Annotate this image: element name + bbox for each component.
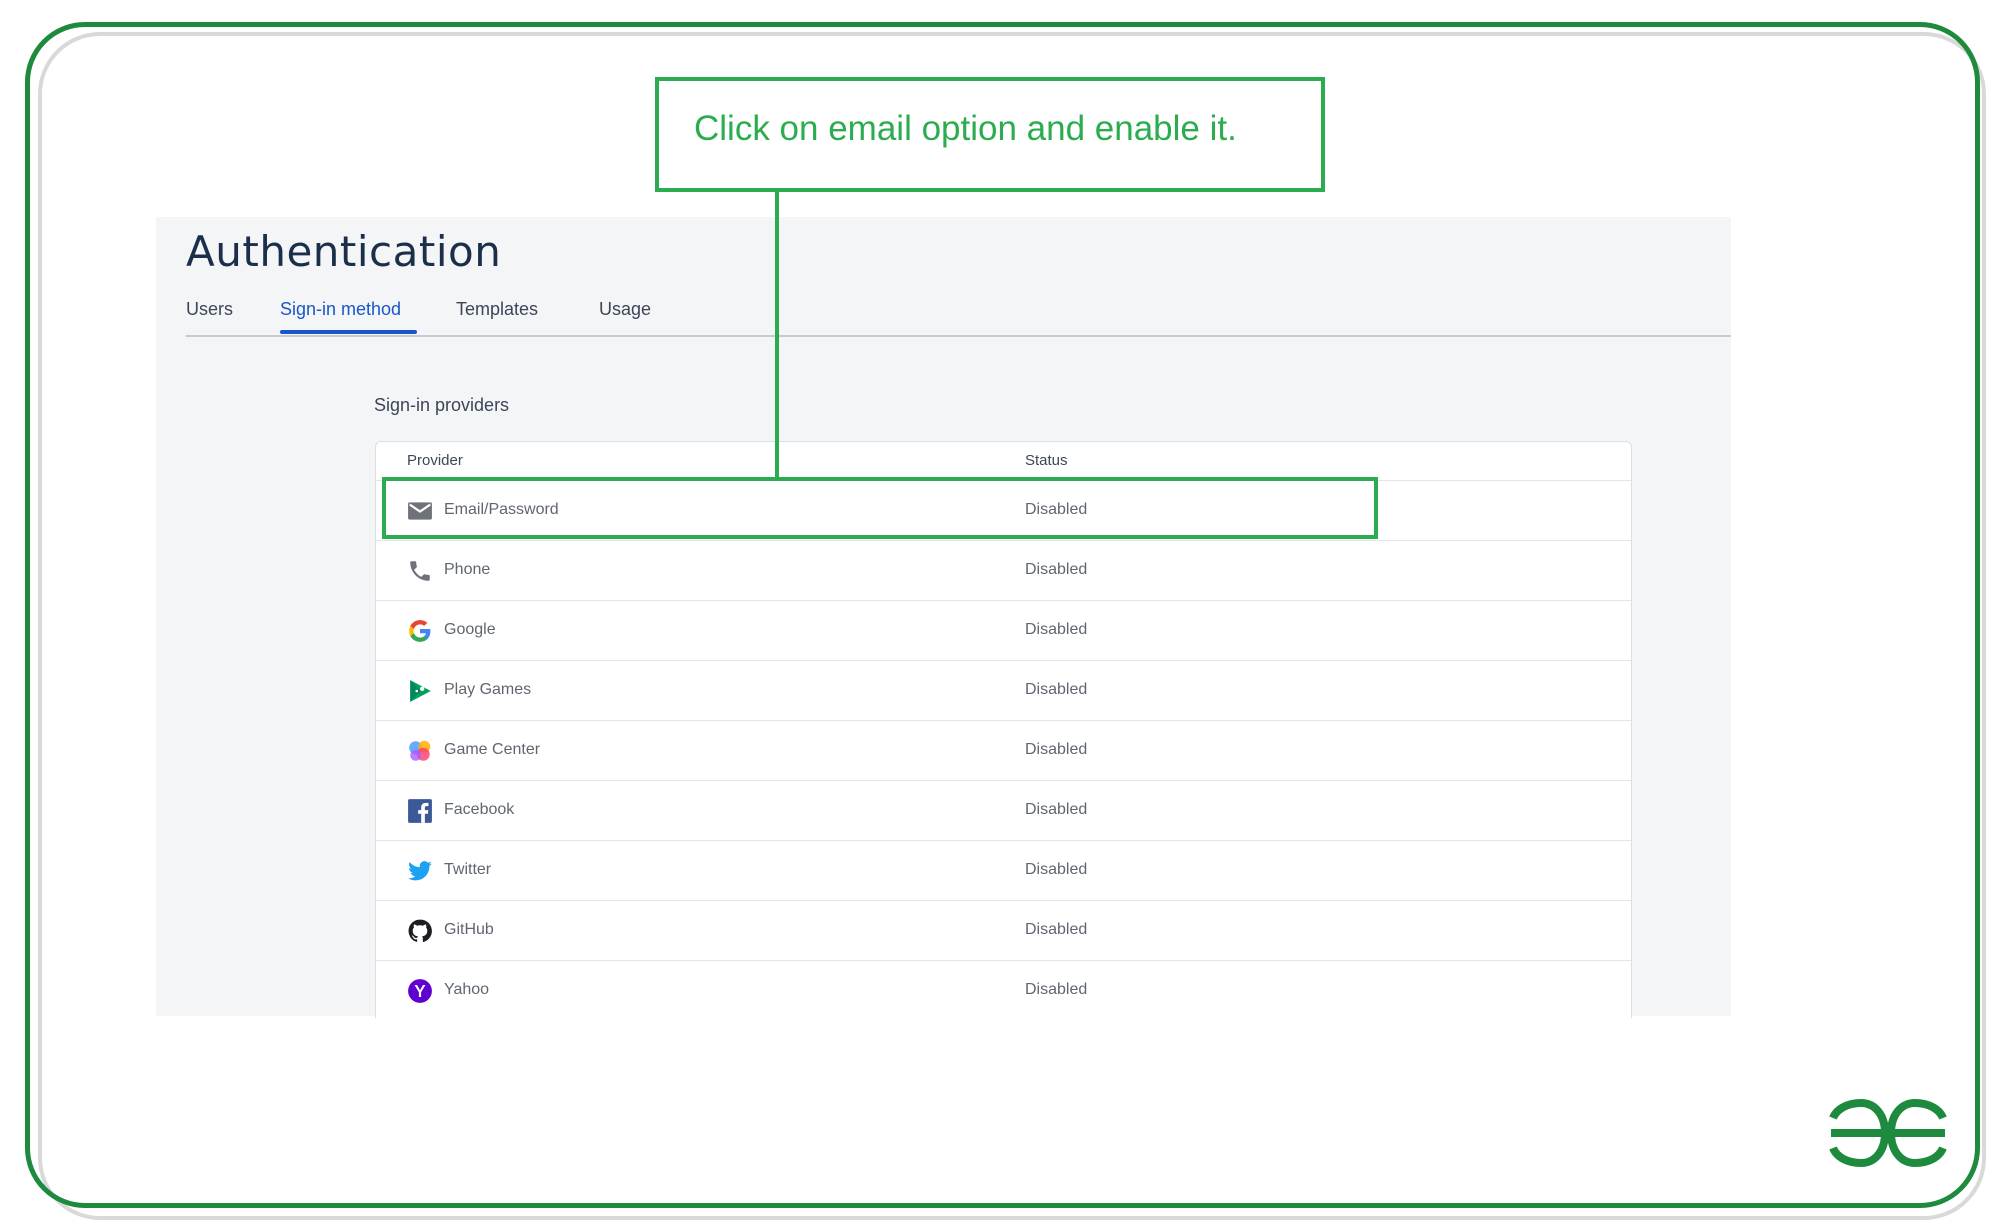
provider-row-yahoo[interactable]: Yahoo Disabled	[376, 961, 1631, 1018]
provider-name: Twitter	[444, 861, 492, 878]
provider-status: Disabled	[1025, 981, 1088, 998]
game-center-icon	[407, 738, 433, 764]
provider-name: Yahoo	[444, 981, 490, 998]
provider-row-play-games[interactable]: Play Games Disabled	[376, 661, 1631, 721]
annotation-callout: Click on email option and enable it.	[655, 77, 1325, 192]
provider-name: Game Center	[444, 741, 541, 758]
provider-status: Disabled	[1025, 621, 1088, 638]
column-status: Status	[1025, 452, 1068, 469]
authentication-panel: Authentication Users Sign-in method Temp…	[156, 217, 1731, 1018]
active-tab-indicator	[280, 330, 417, 334]
provider-row-facebook[interactable]: Facebook Disabled	[376, 781, 1631, 841]
provider-row-google[interactable]: Google Disabled	[376, 601, 1631, 661]
provider-row-twitter[interactable]: Twitter Disabled	[376, 841, 1631, 901]
table-header: Provider Status	[376, 442, 1631, 481]
section-label: Sign-in providers	[374, 395, 510, 415]
tab-users[interactable]: Users	[186, 299, 233, 320]
tab-usage[interactable]: Usage	[599, 299, 651, 320]
play-games-icon	[407, 678, 433, 704]
email-highlight-box	[382, 477, 1378, 539]
tab-templates[interactable]: Templates	[456, 299, 538, 320]
twitter-icon	[407, 858, 433, 884]
provider-status: Disabled	[1025, 681, 1088, 698]
provider-row-game-center[interactable]: Game Center Disabled	[376, 721, 1631, 781]
google-icon	[407, 618, 433, 644]
provider-name: Play Games	[444, 681, 532, 698]
provider-status: Disabled	[1025, 561, 1088, 578]
tab-bar: Users Sign-in method Templates Usage	[186, 299, 1731, 337]
provider-status: Disabled	[1025, 861, 1088, 878]
facebook-icon	[407, 798, 433, 824]
provider-name: Phone	[444, 561, 491, 578]
provider-row-phone[interactable]: Phone Disabled	[376, 541, 1631, 601]
github-icon	[407, 918, 433, 944]
brand-logo	[1823, 1098, 1953, 1168]
provider-name: GitHub	[444, 921, 494, 938]
provider-status: Disabled	[1025, 741, 1088, 758]
tab-sign-in-method[interactable]: Sign-in method	[280, 299, 401, 320]
yahoo-icon	[407, 978, 433, 1004]
provider-status: Disabled	[1025, 921, 1088, 938]
phone-icon	[407, 558, 433, 584]
column-provider: Provider	[407, 452, 463, 469]
provider-name: Google	[444, 621, 496, 638]
provider-status: Disabled	[1025, 801, 1088, 818]
annotation-connector	[775, 190, 779, 477]
provider-row-github[interactable]: GitHub Disabled	[376, 901, 1631, 961]
annotation-text: Click on email option and enable it.	[694, 109, 1237, 148]
provider-name: Facebook	[444, 801, 515, 818]
page-title: Authentication	[186, 227, 502, 276]
